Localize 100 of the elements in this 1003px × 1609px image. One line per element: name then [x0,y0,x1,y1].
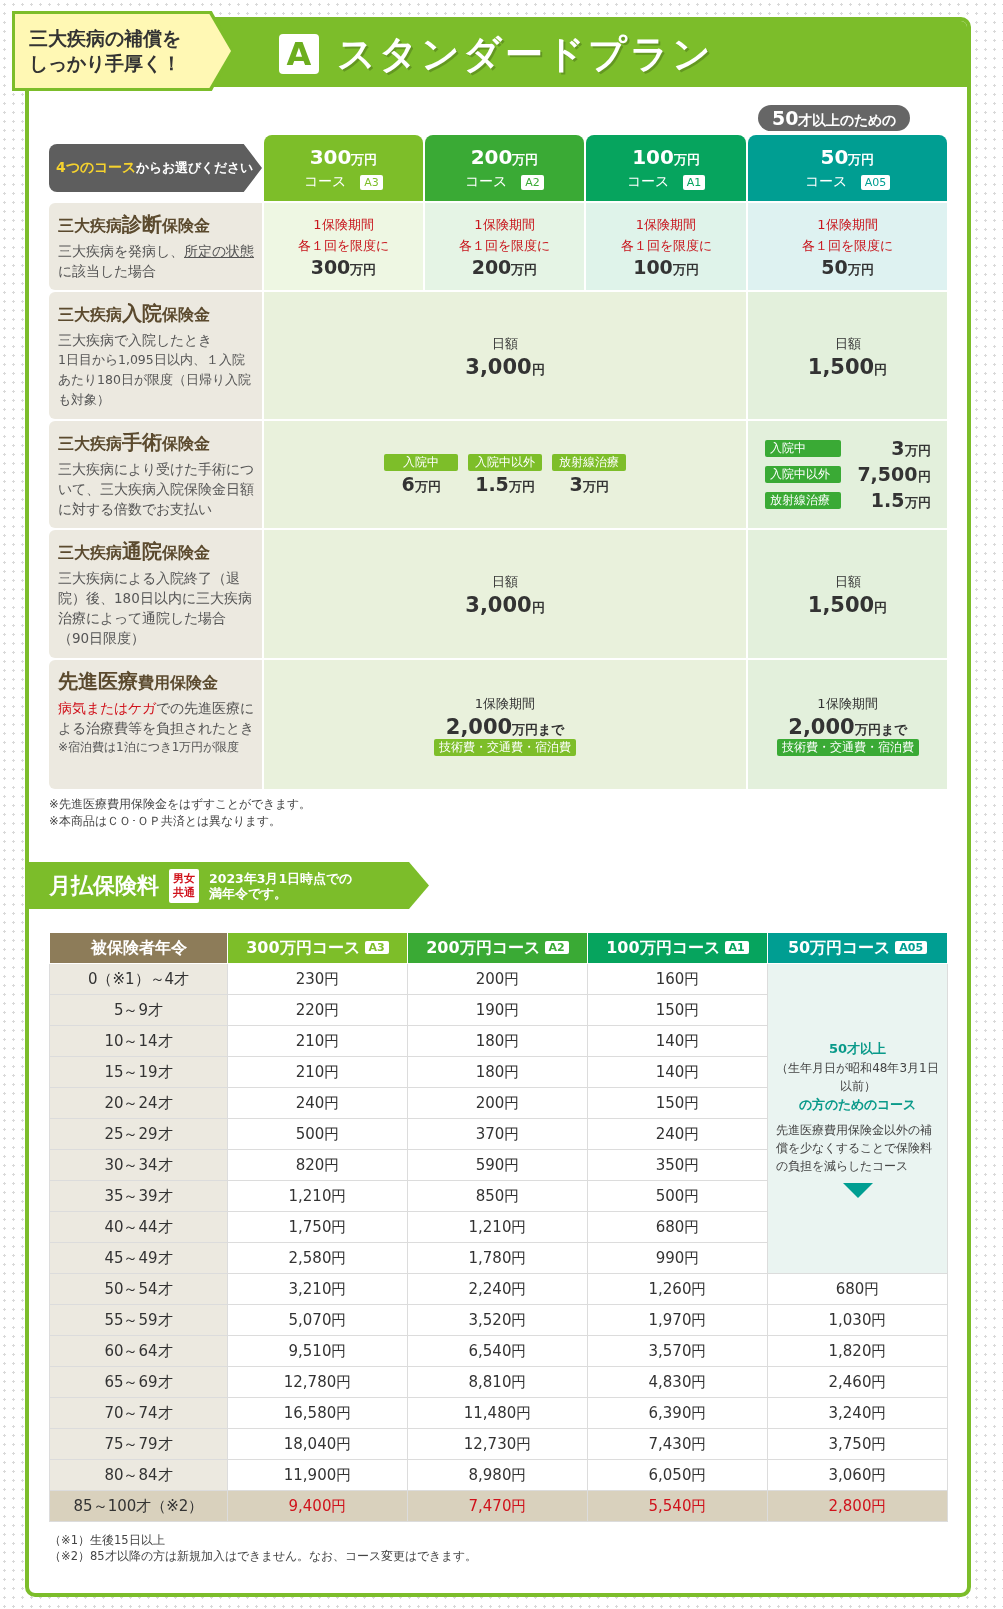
table-cell: 3,520円 [407,1304,588,1336]
benefit-amount: 2,000万円まで [445,715,565,739]
table-cell: 2,580円 [227,1242,408,1274]
table-cell: 12,780円 [227,1366,408,1398]
benefit-description: 三大疾病による入院終了（退院）後、180日以内に三大疾病治療によって通院した場合（90日限度） [58,569,253,648]
surgery-tag: 放射線治療 [552,453,626,471]
benefit-amount: 6万円 [401,472,441,496]
age-cell: 45～49才 [49,1242,228,1274]
section-note: 2023年3月1日時点での 満年令です。 [209,870,353,901]
course-code: A2 [521,174,544,190]
course-code: A1 [682,174,706,190]
table-cell: 8,980円 [407,1459,588,1491]
benefit-amount: 50万円 [821,256,874,279]
benefit-amount: 7,500円 [857,463,931,486]
table-cell: 180円 [407,1056,588,1088]
table-cell: 3,570円 [587,1335,768,1367]
expense-tag: 技術費・交通費・宿泊費 [776,739,919,756]
table-cell: 370円 [407,1118,588,1150]
benefit-title: 三大疾病診断保険金 [58,211,211,238]
age-cell: 80～84才 [49,1459,228,1491]
benefit-amount: 1.5万円 [475,472,535,496]
gender-badge: 男女 共通 [169,868,199,903]
table-cell: 7,430円 [587,1428,768,1460]
benefit-title: 三大疾病通院保険金 [58,538,211,565]
benefit-amount: 200万円 [471,256,538,279]
limit-text: 1保険期間 各１回を限度に [459,216,550,255]
note-body: 先進医療費用保険金以外の補償を少なくすることで保険料の負担を減らしたコース [776,1122,933,1175]
column-header: 100万円コース $^{A1}$ [587,932,768,964]
benefit-title: 先進医療費用保険金 [58,668,219,695]
benefit-description: 三大疾病を発病し、所定の状態 に該当した場合 [58,242,254,281]
table-cell: 6,390円 [587,1397,768,1429]
amount-caption: 1保険期間 [474,695,536,713]
benefit-amount: 2,000万円まで [788,715,907,739]
note-subtitle: （生年月日が昭和48年3月1日以前） [776,1060,939,1095]
benefit-amount: 1,500円 [807,354,888,379]
table-cell: 16,580円 [227,1397,408,1429]
limit-text: 1保険期間 各１回を限度に [298,216,389,255]
course-amount: 100万円 [632,145,700,169]
table-cell: 3,240円 [767,1397,948,1429]
table-cell: 8,810円 [407,1366,588,1398]
table-cell: 230円 [227,963,408,995]
table-cell: 1,210円 [227,1180,408,1212]
plan-letter: A [279,34,319,74]
benefit-description: 病気またはケガでの先進医療による治療費等を負担されたとき [58,699,254,738]
benefit-amount: 3,000円 [465,593,545,617]
benefit-amount: 100万円 [633,256,699,279]
age-cell: 65～69才 [49,1366,228,1398]
amount-caption: 1保険期間 [817,695,878,713]
benefit-amount: 1,500円 [807,593,888,617]
benefit-amount: 1.5万円 [870,489,931,512]
age-cell: 60～64才 [49,1335,228,1367]
table-cell: 200円 [407,963,588,995]
course-label: コース [465,173,508,191]
plan-title: スタンダードプラン [337,30,714,78]
age-cell: 15～19才 [49,1056,228,1088]
table-cell: 1,210円 [407,1211,588,1243]
table-cell: 220円 [227,994,408,1026]
benefit-title: 三大疾病入院保険金 [58,300,211,327]
table-cell: 18,040円 [227,1428,408,1460]
benefit-amount: 3万円 [891,437,931,460]
benefit-description: 三大疾病により受けた手術について、三大疾病入院保険金日額に対する倍数でお支払い [58,460,254,519]
column-header: 50万円コース $^{A05}$ [767,932,948,964]
table-cell: 590円 [407,1149,588,1181]
table-cell: 850円 [407,1180,588,1212]
table-cell: 6,050円 [587,1459,768,1491]
column-header: 300万円コース $^{A3}$ [227,932,408,964]
age-cell: 70～74才 [49,1397,228,1429]
table-cell: 1,750円 [227,1211,408,1243]
table-cell: 2,460円 [767,1366,948,1398]
table-cell: 680円 [767,1273,948,1305]
surgery-tag: 入院中 [764,440,841,457]
amount-caption: 日額 [492,573,518,591]
table-cell: 3,750円 [767,1428,948,1460]
table-cell: 6,540円 [407,1335,588,1367]
age-ribbon: 50才以上のための [758,105,911,131]
table-cell: 500円 [227,1118,408,1150]
course-prompt: 4つのコースからお選びください [56,159,253,177]
benefit-amount: 3,000円 [465,354,545,379]
benefit-amount: 3万円 [569,472,609,496]
footnote: （※2）85才以降の方は新規加入はできません。なお、コース変更はできます。 [49,1548,478,1564]
benefit-note: ※宿泊費は1泊につき1万円が限度 [58,739,241,756]
age-cell: 25～29才 [49,1118,228,1150]
table-cell: 5,070円 [227,1304,408,1336]
amount-caption: 日額 [834,573,861,591]
benefit-amount: 300万円 [310,256,377,279]
amount-caption: 日額 [492,334,518,353]
table-cell: 5,540円 [587,1490,768,1522]
course-amount: 200万円 [470,145,539,169]
table-cell: 1,780円 [407,1242,588,1274]
age-cell: 50～54才 [49,1273,228,1305]
surgery-tag: 入院中以外 [764,466,841,483]
table-cell: 240円 [227,1087,408,1119]
table-cell: 9,400円 [227,1490,408,1522]
table-cell: 1,260円 [587,1273,768,1305]
course-label: コース [626,173,669,191]
age-cell: 55～59才 [49,1304,228,1336]
surgery-tag: 放射線治療 [764,492,841,509]
footnote: ※本商品はＣＯ･ＯＰ共済とは異なります。 [49,813,282,830]
limit-text: 1保険期間 各１回を限度に [620,216,712,255]
table-cell: 2,800円 [767,1490,948,1522]
